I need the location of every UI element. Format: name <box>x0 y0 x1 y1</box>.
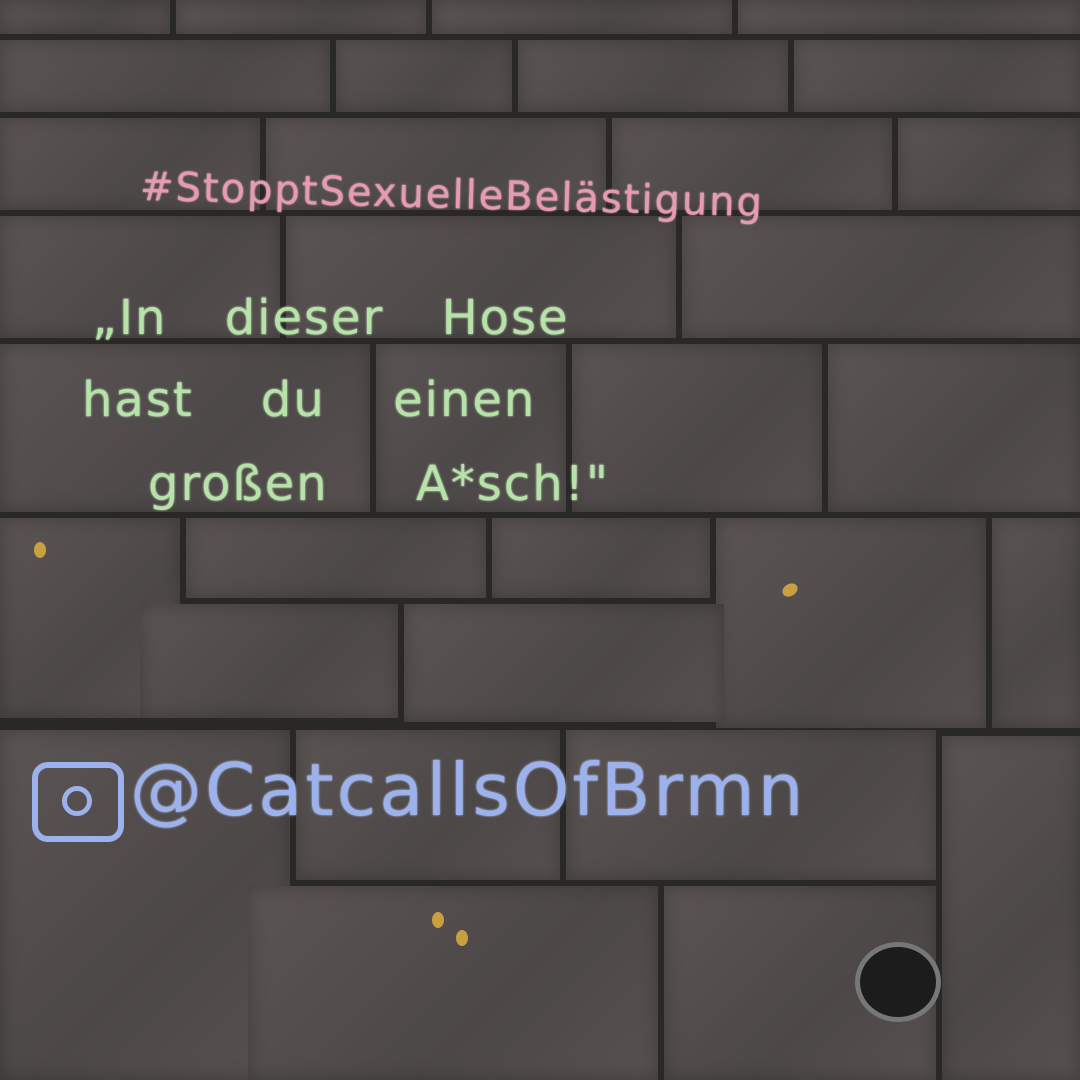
instagram-icon <box>32 762 124 842</box>
paving-stone <box>828 344 1080 512</box>
quote-line-2: hast du einen <box>82 372 537 428</box>
paving-stone <box>716 518 986 728</box>
pavement: #StopptSexuelleBelästigung „In dieser Ho… <box>0 0 1080 1080</box>
leaf <box>456 930 468 946</box>
paving-stone <box>248 886 658 1080</box>
drain-cover <box>855 942 941 1022</box>
paving-stone <box>0 40 330 112</box>
paving-stone <box>738 0 1080 34</box>
paving-stone <box>176 0 426 34</box>
paving-stone <box>518 40 788 112</box>
leaf <box>34 542 46 558</box>
leaf <box>432 912 444 928</box>
paving-stone <box>492 518 710 598</box>
paving-stone <box>682 216 1080 338</box>
handle-chalk-text: @CatcallsOfBrmn <box>130 748 807 832</box>
paving-stone <box>992 518 1080 728</box>
paving-stone <box>336 40 512 112</box>
paving-stone <box>404 604 724 722</box>
paving-stone <box>794 40 1080 112</box>
quote-line-3: großen A*sch!" <box>148 456 610 512</box>
paving-stone <box>140 604 398 718</box>
paving-stone <box>942 736 1080 1080</box>
paving-stone <box>898 118 1080 210</box>
paving-stone <box>186 518 486 598</box>
paving-stone <box>432 0 732 34</box>
paving-stone <box>0 0 170 34</box>
quote-line-1: „In dieser Hose <box>92 290 570 346</box>
